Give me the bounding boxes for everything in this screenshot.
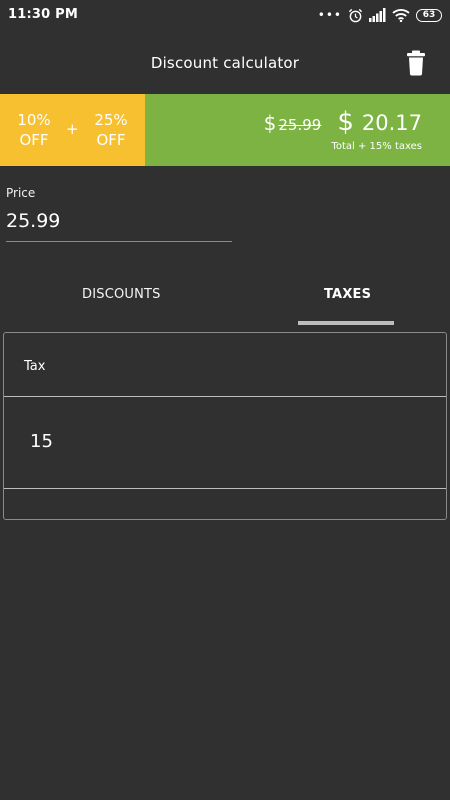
plus-sign: +	[66, 120, 79, 138]
divider	[4, 396, 446, 397]
discount-off-label: OFF	[96, 131, 126, 149]
tab-taxes[interactable]: TAXES	[233, 278, 450, 326]
final-price: 20.17	[361, 111, 422, 135]
trash-icon	[407, 50, 425, 76]
original-currency: $	[263, 111, 277, 135]
status-icons: ••• 63	[318, 7, 442, 23]
tab-indicator	[298, 321, 394, 325]
discount-summary[interactable]: 10% OFF + 25% OFF	[0, 94, 145, 166]
total-note: Total + 15% taxes	[331, 141, 422, 152]
signal-icon	[369, 8, 386, 22]
tax-value[interactable]: 15	[30, 431, 53, 452]
discount-off-label: OFF	[19, 131, 49, 149]
total-summary: $ 25.99 $ 20.17 Total + 15% taxes	[145, 94, 450, 166]
battery-icon: 63	[416, 8, 442, 22]
final-currency: $	[337, 107, 354, 137]
discount-amount: 25%	[94, 111, 128, 129]
discount-chip-1: 10% OFF	[14, 110, 54, 150]
price-row: $ 25.99 $ 20.17	[264, 107, 422, 137]
summary-banner: 10% OFF + 25% OFF $ 25.99 $ 20.17 Total …	[0, 94, 450, 166]
status-bar: 11:30 PM ••• 63	[0, 0, 450, 30]
app-bar: Discount calculator	[0, 30, 450, 94]
tab-bar: DISCOUNTS TAXES	[0, 278, 450, 326]
divider	[4, 488, 446, 489]
notification-dots: •••	[317, 8, 342, 22]
status-time: 11:30 PM	[8, 7, 78, 22]
tax-card: Tax 15	[3, 332, 447, 520]
discount-amount: 10%	[17, 111, 51, 129]
wifi-icon	[392, 9, 410, 22]
price-label: Price	[6, 186, 36, 200]
alarm-icon	[348, 8, 363, 22]
price-input[interactable]	[6, 210, 232, 242]
tab-discounts[interactable]: DISCOUNTS	[8, 278, 233, 326]
original-price: 25.99	[278, 116, 322, 134]
delete-button[interactable]	[403, 49, 429, 77]
discount-chip-2: 25% OFF	[90, 110, 132, 150]
tax-header: Tax	[24, 359, 46, 374]
app-title: Discount calculator	[150, 54, 300, 72]
price-section: Price	[6, 186, 232, 242]
